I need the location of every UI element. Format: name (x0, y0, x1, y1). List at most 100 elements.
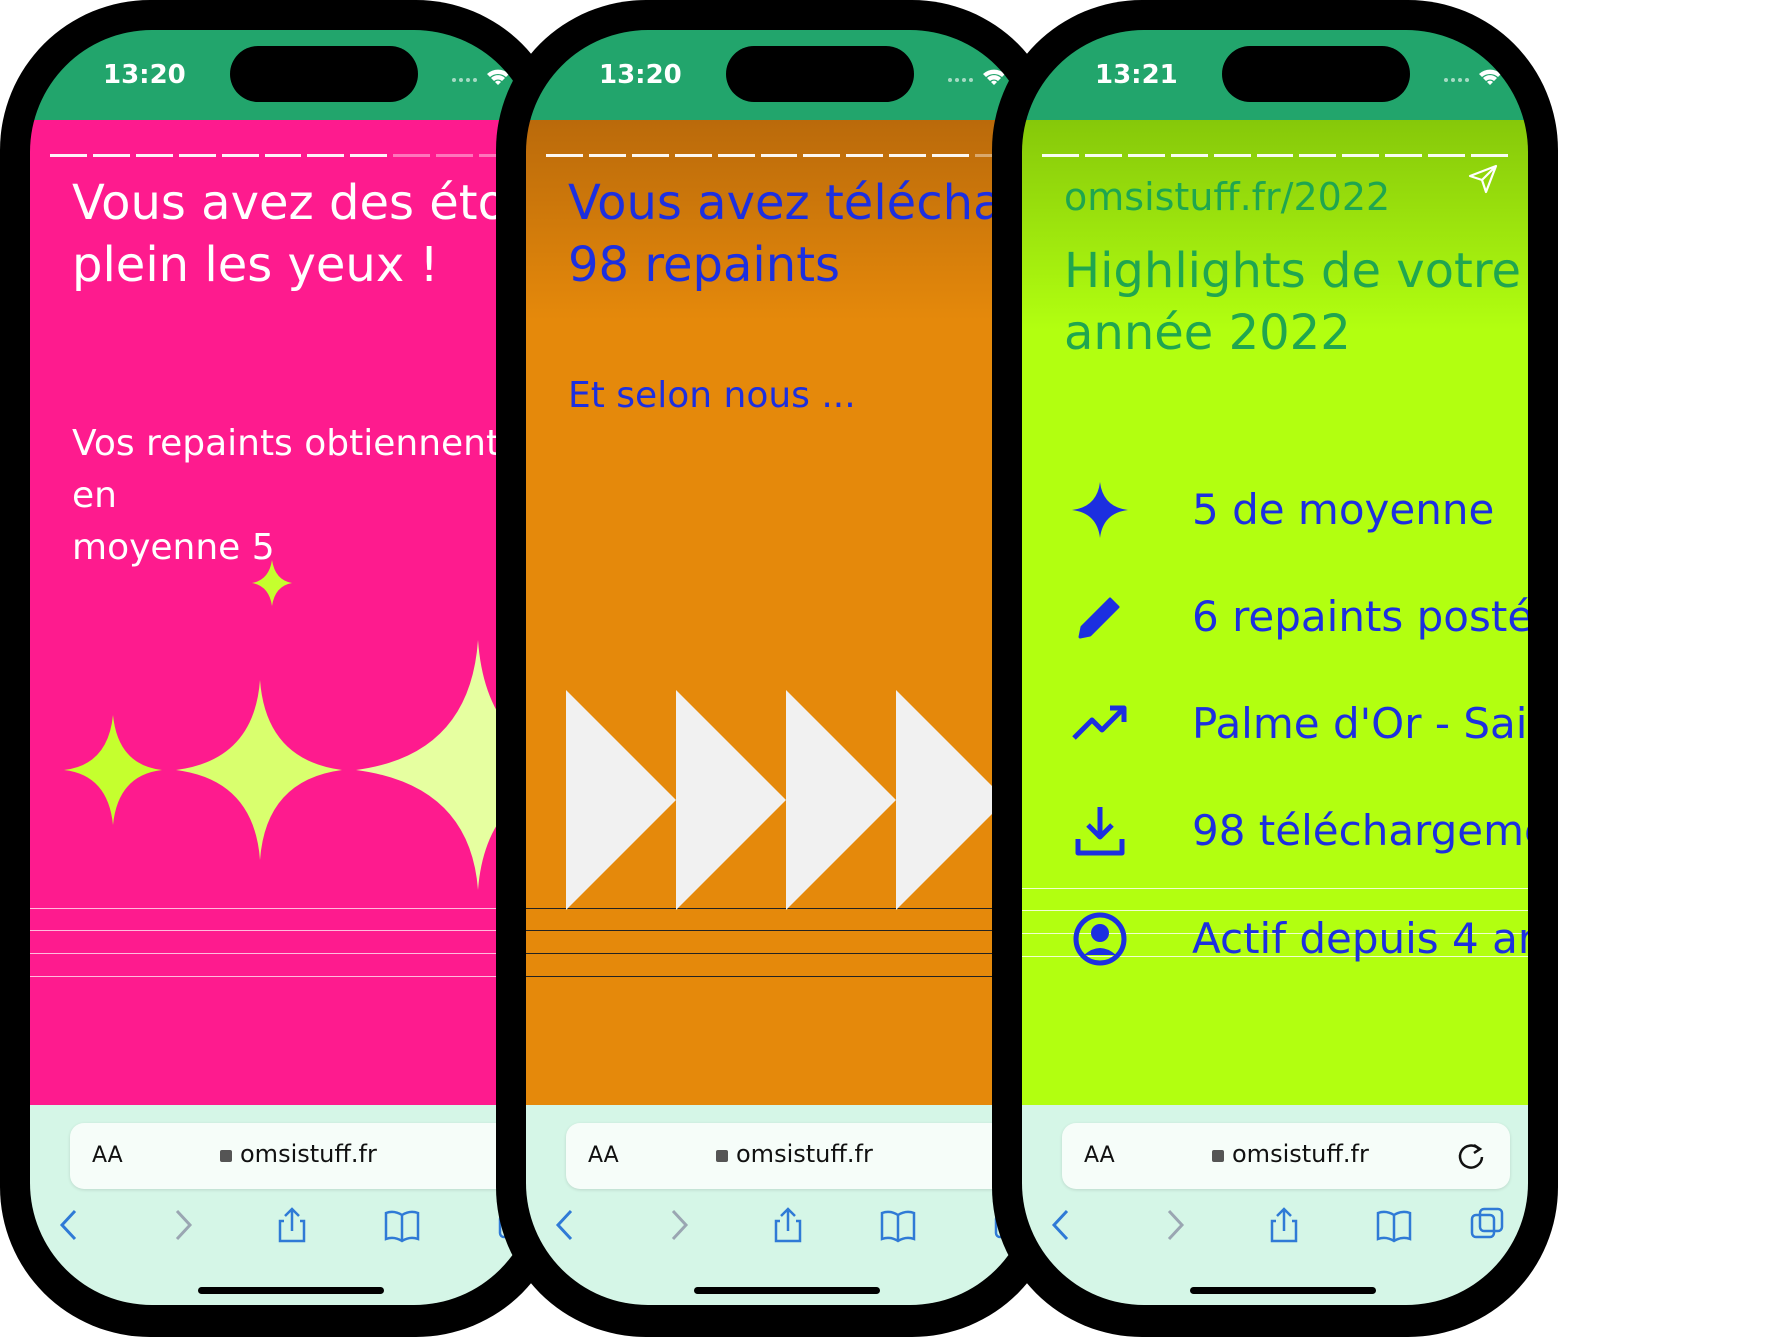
url-label: omsistuff.fr (736, 1140, 873, 1168)
dynamic-island (230, 46, 418, 102)
url-bar[interactable]: AA omsistuff.fr (70, 1123, 536, 1189)
reader-aa-button[interactable]: AA (1084, 1143, 1115, 1168)
sparkle-icon (176, 680, 342, 860)
url-text[interactable]: omsistuff.fr (220, 1140, 377, 1168)
story-progress (50, 154, 516, 158)
home-indicator (198, 1287, 384, 1294)
pencil-icon (1078, 597, 1120, 639)
divider-line (526, 930, 1032, 931)
reload-icon[interactable] (1454, 1139, 1488, 1173)
back-icon[interactable] (1042, 1205, 1082, 1245)
subtext-line-1: Vos repaints obtiennent en (72, 423, 501, 516)
small-sparkle-icon (252, 560, 292, 606)
phone-3: 13:21 omsistuff.fr/2022 Highlights de vo… (992, 0, 1558, 1337)
status-icons (1444, 69, 1528, 86)
forward-icon[interactable] (658, 1205, 698, 1245)
phone-screen: 13:20 Vous avez téléchargé 98 repaints E… (526, 30, 1032, 1305)
share-icon[interactable] (272, 1205, 312, 1245)
stat-downloads: 98 téléchargements (1062, 796, 1528, 866)
forward-icon[interactable] (1154, 1205, 1194, 1245)
divider-line (30, 953, 536, 954)
share-icon[interactable] (1264, 1205, 1304, 1245)
sparkle-icon (64, 715, 162, 825)
status-time: 13:20 (103, 60, 186, 90)
stat-label: Palme d'Or - Saint S... (1192, 699, 1528, 748)
browser-bar: AA omsistuff.fr (1022, 1105, 1528, 1305)
status-bar: 13:21 (1022, 30, 1528, 120)
phone-2: 13:20 Vous avez téléchargé 98 repaints E… (496, 0, 1062, 1337)
url-bar[interactable]: AA omsistuff.fr (1062, 1123, 1510, 1189)
headline-line-2: 98 repaints (568, 237, 841, 293)
stat-average: 5 de moyenne (1062, 475, 1528, 545)
share-icon[interactable] (768, 1205, 808, 1245)
browser-bar: AA omsistuff.fr (30, 1105, 536, 1305)
home-indicator (1190, 1287, 1376, 1294)
story-progress (1042, 154, 1508, 158)
forward-icon[interactable] (162, 1205, 202, 1245)
reader-aa-button[interactable]: AA (588, 1143, 619, 1168)
divider-line (30, 976, 536, 977)
arrows-illustration (566, 690, 1006, 910)
lock-icon (220, 1150, 232, 1162)
divider-line (1022, 888, 1528, 889)
browser-toolbar (526, 1205, 1032, 1265)
subtext-line-1: Et selon nous ... (568, 375, 856, 416)
stat-label: Actif depuis 4 ans (1192, 914, 1528, 963)
stat-repaints: 6 repaints postés (1062, 582, 1528, 652)
browser-toolbar (1022, 1205, 1528, 1265)
status-time: 13:21 (1095, 60, 1178, 90)
story-content[interactable]: omsistuff.fr/2022 Highlights de votre an… (1022, 120, 1528, 1105)
url-bar[interactable]: AA omsistuff.fr (566, 1123, 1032, 1189)
divider-line (526, 976, 1032, 977)
back-icon[interactable] (50, 1205, 90, 1245)
stat-member-since: Actif depuis 4 ans (1062, 904, 1528, 974)
back-icon[interactable] (546, 1205, 586, 1245)
headline-line-2: plein les yeux ! (72, 237, 439, 293)
bookmarks-icon[interactable] (382, 1205, 422, 1245)
sparkle-icon (1072, 482, 1128, 538)
triangle-arrow-icon (566, 690, 676, 910)
story-progress (546, 154, 1012, 158)
story-content[interactable]: Vous avez des étoiles plein les yeux ! V… (30, 120, 536, 1105)
triangle-arrow-icon (786, 690, 896, 910)
headline-line-1: Highlights de votre (1064, 243, 1522, 299)
status-bar: 13:20 (30, 30, 536, 120)
tabs-icon[interactable] (1468, 1205, 1508, 1245)
reader-aa-button[interactable]: AA (92, 1143, 123, 1168)
status-bar: 13:20 (526, 30, 1032, 120)
phone-1: 13:20 Vous avez des étoiles plein les ye… (0, 0, 566, 1337)
story-subtext: Et selon nous ... (568, 370, 856, 422)
headline-line-1: Vous avez des étoiles (72, 175, 536, 231)
headline-line-1: Vous avez téléchargé (568, 175, 1032, 231)
stat-label: 5 de moyenne (1192, 485, 1495, 534)
stat-award: Palme d'Or - Saint S... (1062, 689, 1528, 759)
dynamic-island (1222, 46, 1410, 102)
bookmarks-icon[interactable] (1374, 1205, 1414, 1245)
story-headline: Highlights de votre année 2022 (1064, 240, 1528, 364)
trending-up-icon (1072, 705, 1127, 740)
status-time: 13:20 (599, 60, 682, 90)
story-headline: Vous avez téléchargé 98 repaints (568, 172, 1032, 296)
url-label: omsistuff.fr (240, 1140, 377, 1168)
url-text[interactable]: omsistuff.fr (1212, 1140, 1369, 1168)
download-icon (1075, 807, 1125, 856)
divider-line (30, 908, 536, 909)
story-content[interactable]: Vous avez téléchargé 98 repaints Et selo… (526, 120, 1032, 1105)
site-url: omsistuff.fr/2022 (1064, 175, 1391, 219)
phone-screen: 13:21 omsistuff.fr/2022 Highlights de vo… (1022, 30, 1528, 1305)
browser-bar: AA omsistuff.fr (526, 1105, 1032, 1305)
sparkles-illustration (64, 560, 536, 890)
url-label: omsistuff.fr (1232, 1140, 1369, 1168)
bookmarks-icon[interactable] (878, 1205, 918, 1245)
stat-label: 6 repaints postés (1192, 592, 1528, 641)
browser-toolbar (30, 1205, 536, 1265)
account-circle-icon (1073, 912, 1127, 966)
story-headline: Vous avez des étoiles plein les yeux ! (72, 172, 536, 296)
lock-icon (1212, 1150, 1224, 1162)
triangle-arrow-icon (676, 690, 786, 910)
send-icon[interactable] (1466, 162, 1500, 196)
url-text[interactable]: omsistuff.fr (716, 1140, 873, 1168)
headline-line-2: année 2022 (1064, 305, 1351, 361)
triangle-arrow-icon (896, 690, 1006, 910)
divider-line (526, 953, 1032, 954)
